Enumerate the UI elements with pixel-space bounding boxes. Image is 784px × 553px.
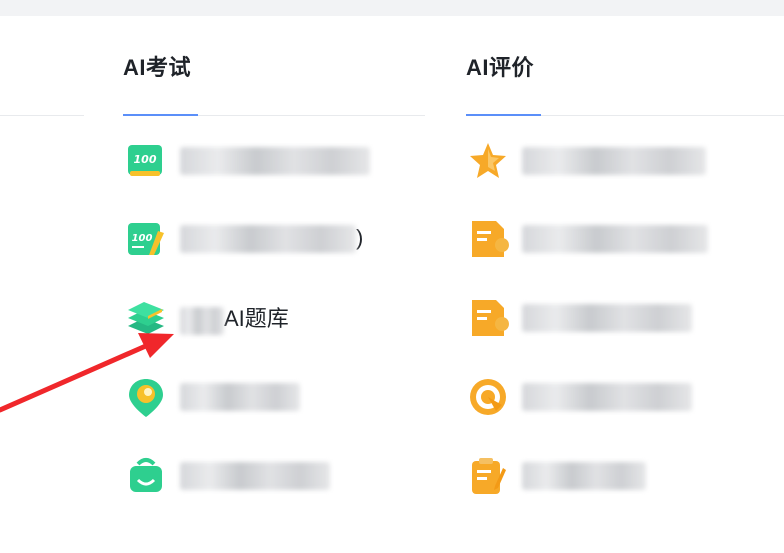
eval-item-3-label: [522, 304, 692, 333]
score-100-icon: 100: [124, 139, 168, 183]
exam-item-1[interactable]: 100: [124, 133, 370, 189]
eval-item-4[interactable]: [466, 369, 692, 425]
column-title-ai-exam: AI考试: [123, 55, 192, 80]
exam-item-4-label: [180, 383, 300, 412]
exam-item-5[interactable]: [124, 448, 330, 504]
column-divider-left: [0, 115, 84, 116]
eval-item-5-label: [522, 462, 646, 491]
document-icon: [466, 296, 510, 340]
score-100-pencil-icon: 100: [124, 217, 168, 261]
eval-item-3[interactable]: [466, 290, 692, 346]
top-bar: [0, 0, 784, 16]
exam-item-5-label: [180, 462, 330, 491]
location-pin-icon: [124, 375, 168, 419]
column-title-underline: [123, 114, 198, 116]
exam-item-2[interactable]: 100 ): [124, 211, 363, 267]
target-icon: [466, 375, 510, 419]
document-icon: [466, 217, 510, 261]
eval-item-2[interactable]: [466, 211, 708, 267]
bag-icon: [124, 454, 168, 498]
clipboard-icon: [466, 454, 510, 498]
column-title-underline: [466, 114, 541, 116]
exam-item-2-label: ): [180, 225, 363, 254]
star-icon: [466, 139, 510, 183]
annotation-arrow: [0, 333, 174, 413]
exam-item-3[interactable]: AI题库: [124, 290, 289, 346]
eval-item-2-label: [522, 225, 708, 254]
eval-item-1[interactable]: [466, 133, 706, 189]
column-title-ai-eval: AI评价: [466, 55, 535, 80]
exam-item-1-label: [180, 147, 370, 176]
eval-item-5[interactable]: [466, 448, 646, 504]
book-stack-icon: [124, 296, 168, 340]
eval-item-1-label: [522, 147, 706, 176]
svg-text:100: 100: [132, 233, 153, 244]
eval-item-4-label: [522, 383, 692, 412]
exam-item-4[interactable]: [124, 369, 300, 425]
svg-text:100: 100: [134, 153, 157, 166]
exam-item-3-label: AI题库: [180, 301, 289, 335]
